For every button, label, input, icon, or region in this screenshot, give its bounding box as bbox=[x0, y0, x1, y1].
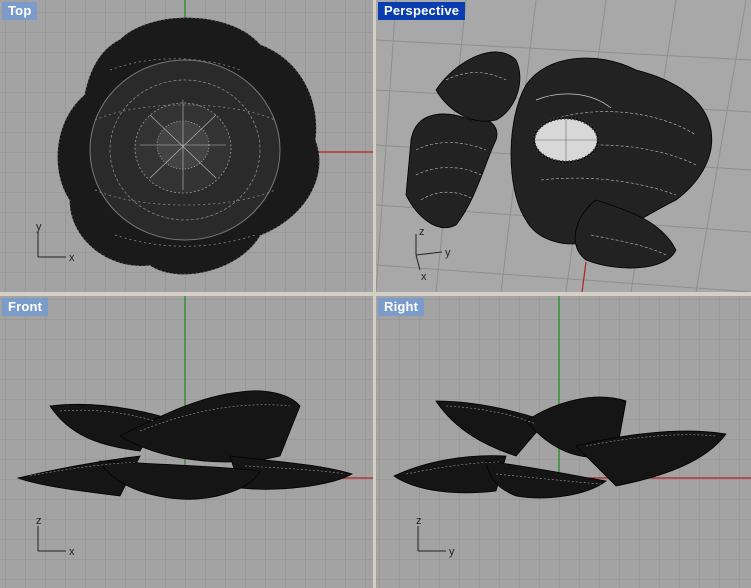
axis-label-z: z bbox=[419, 226, 425, 238]
viewport-title-front[interactable]: Front bbox=[2, 298, 49, 316]
axis-label-y: y bbox=[449, 546, 455, 558]
viewport-front[interactable]: z x Front bbox=[0, 296, 373, 588]
axis-tripod-perspective bbox=[415, 234, 443, 271]
right-grid: z y bbox=[376, 296, 751, 588]
axis-label-x: x bbox=[421, 271, 427, 283]
viewport-right[interactable]: z y Right bbox=[376, 296, 751, 588]
front-grid: z x bbox=[0, 296, 373, 588]
top-grid: y x bbox=[0, 0, 373, 292]
perspective-grid: z y x bbox=[376, 0, 751, 292]
viewport-title-perspective[interactable]: Perspective bbox=[378, 2, 466, 20]
axis-label-y: y bbox=[445, 247, 451, 259]
viewport-perspective[interactable]: z y x Perspective bbox=[376, 0, 751, 292]
viewport-title-top[interactable]: Top bbox=[2, 2, 38, 20]
axis-label-z: z bbox=[416, 515, 422, 527]
viewport-title-right[interactable]: Right bbox=[378, 298, 425, 316]
axis-label-x: x bbox=[69, 252, 75, 264]
viewport-top[interactable]: y x Top bbox=[0, 0, 373, 292]
axis-label-x: x bbox=[69, 546, 75, 558]
axis-label-y: y bbox=[36, 221, 42, 233]
axis-label-z: z bbox=[36, 515, 42, 527]
rhino-viewport-layout: y x Top z y x Perspective z x Front z y … bbox=[0, 0, 751, 588]
